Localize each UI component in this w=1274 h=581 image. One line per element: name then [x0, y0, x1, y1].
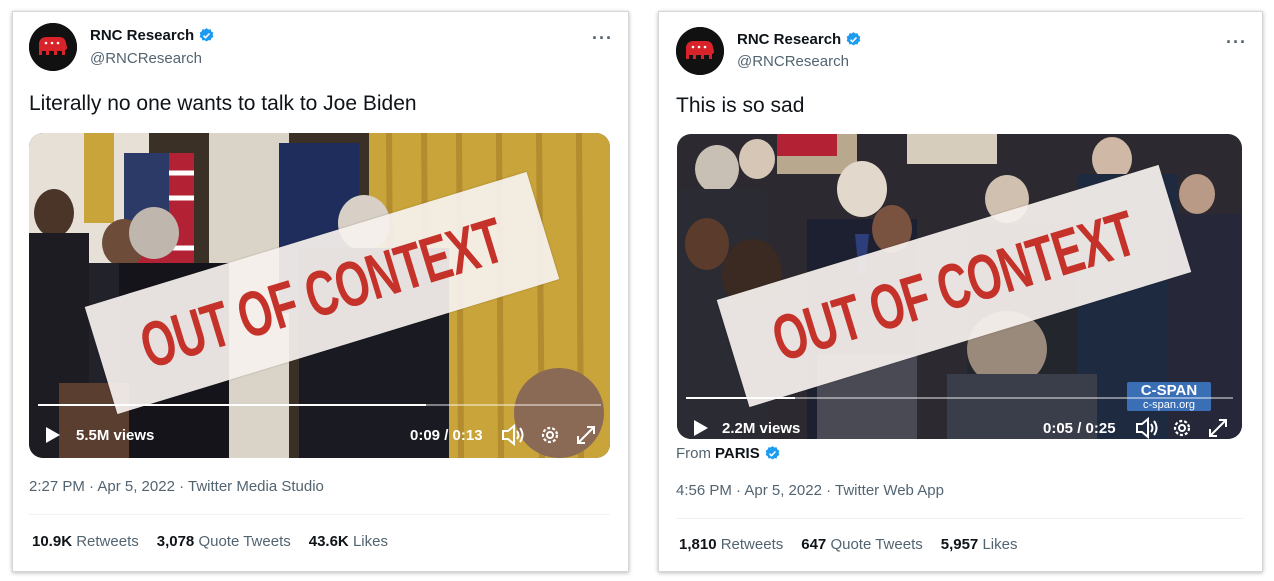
republican-elephant-logo	[676, 27, 724, 75]
rnc-avatar[interactable]	[676, 27, 724, 75]
from-label: From	[676, 445, 711, 462]
account-handle[interactable]: @RNCResearch	[90, 50, 202, 67]
republican-elephant-logo	[29, 23, 77, 71]
play-icon[interactable]	[45, 426, 61, 444]
more-options-icon[interactable]: ···	[592, 28, 613, 49]
tweet-card-left: RNC Research @RNCResearch ··· Literally …	[12, 11, 629, 572]
rnc-avatar[interactable]	[29, 23, 77, 71]
video-time: 0:09 / 0:13	[410, 427, 483, 444]
verified-badge-icon	[199, 28, 214, 42]
video-progress-fill	[38, 404, 427, 406]
account-name[interactable]: RNC Research	[90, 27, 194, 44]
account-handle[interactable]: @RNCResearch	[737, 53, 849, 70]
cspan-url: c-span.org	[1143, 399, 1195, 411]
account-name-row: RNC Research	[90, 27, 215, 44]
retweets-stat[interactable]: 10.9K Retweets	[32, 533, 139, 550]
video-time: 0:05 / 0:25	[1043, 420, 1116, 437]
quote-tweets-stat[interactable]: 3,078 Quote Tweets	[157, 533, 291, 550]
volume-icon[interactable]	[1135, 417, 1159, 439]
video-progress-bar[interactable]	[686, 397, 1233, 399]
video-views: 2.2M views	[722, 420, 801, 437]
account-name-row: RNC Research	[737, 31, 862, 48]
video-player[interactable]: OUT OF CONTEXT C-SPAN c-span.org 2.2M vi…	[677, 134, 1242, 439]
tweet-timestamp[interactable]: 2:27 PM · Apr 5, 2022 · Twitter Media St…	[29, 478, 324, 495]
video-player[interactable]: OUT OF CONTEXT 5.5M views 0:09 / 0:13	[29, 133, 610, 458]
settings-gear-icon[interactable]	[539, 424, 561, 446]
divider	[29, 514, 610, 515]
video-views: 5.5M views	[76, 427, 155, 444]
divider	[676, 518, 1243, 519]
video-progress-bar[interactable]	[38, 404, 601, 406]
quote-tweets-stat[interactable]: 647 Quote Tweets	[801, 536, 922, 553]
from-source[interactable]: From PARIS	[676, 445, 781, 462]
likes-stat[interactable]: 43.6K Likes	[309, 533, 388, 550]
tweet-stats: 1,810 Retweets 647 Quote Tweets 5,957 Li…	[679, 536, 1017, 553]
video-progress-fill	[686, 397, 796, 399]
account-name[interactable]: RNC Research	[737, 31, 841, 48]
fullscreen-icon[interactable]	[575, 424, 597, 446]
tweet-text: This is so sad	[676, 94, 805, 117]
tweet-card-right: RNC Research @RNCResearch ··· This is so…	[658, 11, 1263, 572]
more-options-icon[interactable]: ···	[1226, 32, 1247, 53]
play-icon[interactable]	[693, 419, 709, 437]
volume-icon[interactable]	[501, 424, 525, 446]
retweets-stat[interactable]: 1,810 Retweets	[679, 536, 783, 553]
tweet-timestamp[interactable]: 4:56 PM · Apr 5, 2022 · Twitter Web App	[676, 482, 944, 499]
verified-badge-icon	[765, 446, 780, 460]
likes-stat[interactable]: 5,957 Likes	[941, 536, 1018, 553]
tweet-text: Literally no one wants to talk to Joe Bi…	[29, 92, 417, 115]
from-source-name[interactable]: PARIS	[715, 445, 760, 462]
tweet-stats: 10.9K Retweets 3,078 Quote Tweets 43.6K …	[32, 533, 388, 550]
verified-badge-icon	[846, 32, 861, 46]
settings-gear-icon[interactable]	[1171, 417, 1193, 439]
fullscreen-icon[interactable]	[1207, 417, 1229, 439]
